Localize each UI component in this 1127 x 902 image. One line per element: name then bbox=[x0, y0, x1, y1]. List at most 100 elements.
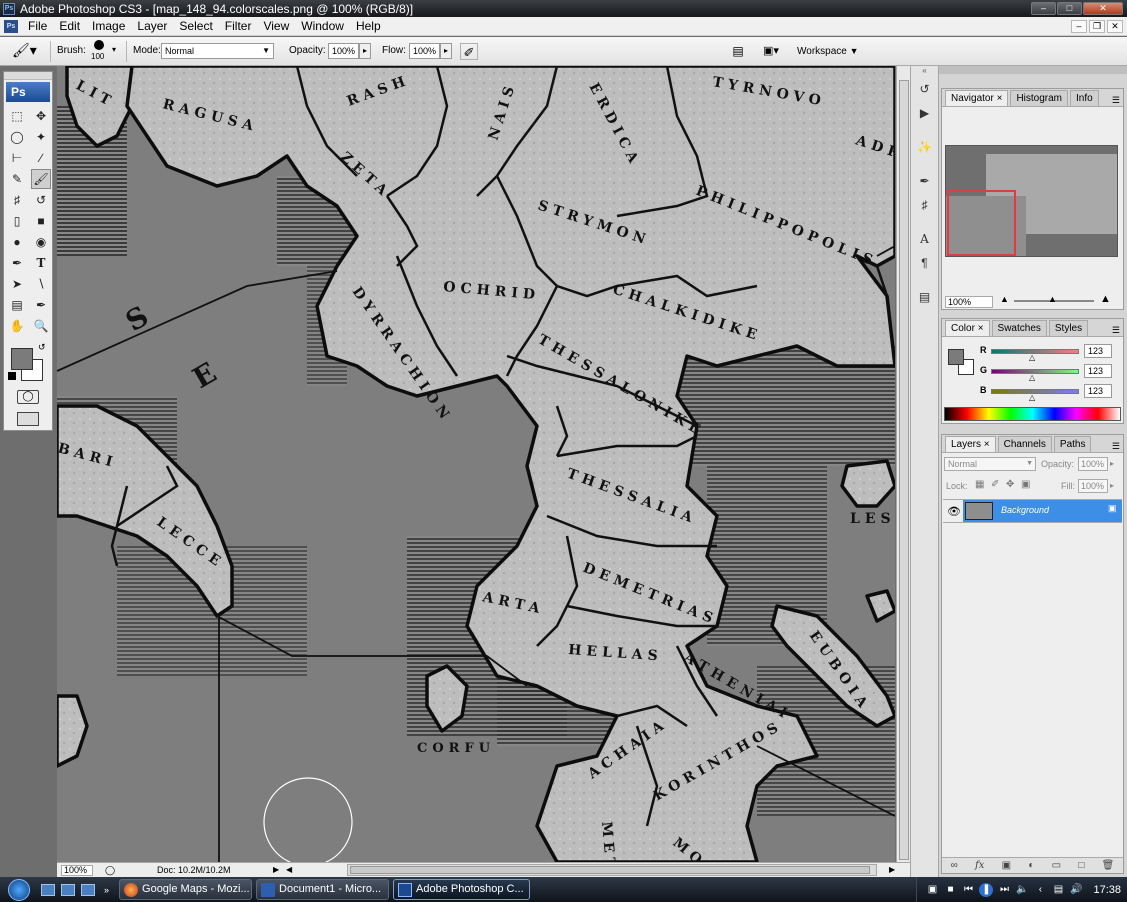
character-panel-icon[interactable]: A bbox=[915, 229, 935, 249]
navigator-zoom-thumb[interactable]: ▲ bbox=[1048, 294, 1057, 304]
close-icon[interactable]: × bbox=[984, 439, 990, 450]
menu-select[interactable]: Select bbox=[173, 17, 218, 35]
doc-close-icon[interactable]: ✕ bbox=[1107, 19, 1123, 33]
minimize-icon[interactable]: – bbox=[1031, 2, 1056, 15]
close-icon[interactable]: × bbox=[997, 93, 1003, 104]
fill-arrow-icon[interactable]: ▸ bbox=[1110, 481, 1114, 490]
opacity-field[interactable]: 100% bbox=[328, 43, 359, 59]
tab-histogram[interactable]: Histogram bbox=[1010, 90, 1069, 106]
type-icon[interactable]: T bbox=[31, 253, 51, 273]
lasso-icon[interactable]: ◯ bbox=[7, 127, 27, 147]
media-next-icon[interactable]: ⏭ bbox=[997, 883, 1011, 897]
channel-b-value[interactable]: 123 bbox=[1084, 384, 1112, 398]
crop-icon[interactable]: ⊢ bbox=[7, 148, 27, 168]
menu-edit[interactable]: Edit bbox=[53, 17, 86, 35]
scroll-right-arrow-icon[interactable]: ▶ bbox=[889, 865, 895, 874]
opacity-slider-arrow-icon[interactable]: ▸ bbox=[359, 43, 371, 59]
tab-layers[interactable]: Layers × bbox=[945, 436, 996, 452]
navigator-zoom-field[interactable]: 100% bbox=[945, 296, 993, 308]
foreground-color-swatch[interactable] bbox=[11, 348, 33, 370]
hand-icon[interactable]: ✋ bbox=[7, 316, 27, 336]
clone-stamp-icon[interactable]: ♯ bbox=[7, 190, 27, 210]
doc-restore-icon[interactable]: ❐ bbox=[1089, 19, 1105, 33]
media-pause-icon[interactable]: ❚ bbox=[979, 882, 994, 897]
media-stop-icon[interactable]: ■ bbox=[943, 883, 957, 897]
lock-image-icon[interactable]: ✐ bbox=[991, 479, 999, 490]
media-previous-icon[interactable]: ⏮ bbox=[961, 883, 975, 897]
tool-presets-icon[interactable]: ✨ bbox=[915, 137, 935, 157]
adjustment-layer-icon[interactable]: ◐ bbox=[1028, 860, 1034, 871]
history-brush-icon[interactable]: ↺ bbox=[31, 190, 51, 210]
menu-view[interactable]: View bbox=[257, 17, 295, 35]
menu-filter[interactable]: Filter bbox=[219, 17, 258, 35]
eyedropper-icon[interactable]: ✒ bbox=[31, 295, 51, 315]
tool-preset-brush-icon[interactable]: 🖌▾ bbox=[12, 42, 42, 61]
brush-icon[interactable]: 🖌 bbox=[31, 169, 51, 189]
vertical-scrollbar[interactable] bbox=[896, 66, 910, 862]
tab-info[interactable]: Info bbox=[1070, 90, 1099, 106]
brushes-palette-icon[interactable]: ▤ bbox=[730, 43, 746, 59]
switch-windows-icon[interactable] bbox=[61, 883, 75, 896]
lock-all-icon[interactable]: ▣ bbox=[1021, 479, 1030, 490]
layer-comps-icon[interactable]: ▤ bbox=[915, 287, 935, 307]
toolbox-header[interactable] bbox=[4, 72, 52, 80]
vertical-scroll-thumb[interactable] bbox=[899, 80, 909, 860]
dodge-icon[interactable]: ◉ bbox=[31, 232, 51, 252]
horizontal-scroll-thumb[interactable] bbox=[350, 866, 870, 874]
quick-launch-icon[interactable] bbox=[81, 883, 95, 896]
menu-image[interactable]: Image bbox=[86, 17, 131, 35]
trash-icon[interactable]: 🗑 bbox=[1102, 860, 1115, 871]
blend-mode-select[interactable]: Normal ▼ bbox=[944, 457, 1036, 471]
slice-icon[interactable]: ∕ bbox=[31, 148, 51, 168]
ps-logo[interactable]: Ps bbox=[6, 82, 50, 102]
menu-file[interactable]: File bbox=[22, 17, 53, 35]
taskbar-clock[interactable]: 17:38 bbox=[1093, 884, 1121, 896]
close-icon[interactable]: × bbox=[978, 323, 984, 334]
navigator-thumbnail[interactable] bbox=[945, 145, 1118, 257]
tab-swatches[interactable]: Swatches bbox=[991, 320, 1047, 336]
show-desktop-icon[interactable] bbox=[41, 883, 55, 896]
panel-menu-icon[interactable]: ☰ bbox=[1112, 95, 1120, 106]
fill-field[interactable]: 100% bbox=[1078, 479, 1108, 493]
panel-menu-icon[interactable]: ☰ bbox=[1112, 325, 1120, 336]
taskbar-item-photoshop[interactable]: Adobe Photoshop C... bbox=[393, 879, 531, 900]
paragraph-panel-icon[interactable]: ¶ bbox=[915, 253, 935, 273]
eye-icon[interactable]: 👁 bbox=[947, 505, 961, 518]
quick-mask-icon[interactable]: ◯ bbox=[17, 390, 39, 404]
tab-styles[interactable]: Styles bbox=[1048, 320, 1089, 336]
clone-source-icon[interactable]: ♯ bbox=[915, 195, 935, 215]
tab-navigator[interactable]: Navigator × bbox=[945, 90, 1009, 106]
menu-help[interactable]: Help bbox=[350, 17, 387, 35]
blur-icon[interactable]: ● bbox=[7, 232, 27, 252]
lock-position-icon[interactable]: ✥ bbox=[1006, 479, 1014, 490]
opacity-arrow-icon[interactable]: ▸ bbox=[1110, 459, 1114, 468]
document-canvas[interactable]: LIT RAGUSA RASH NAIS ERDICA TYRNOVO ADRI… bbox=[57, 66, 895, 862]
tab-paths[interactable]: Paths bbox=[1053, 436, 1092, 452]
zoom-field[interactable]: 100% bbox=[61, 865, 93, 876]
panel-dock-header[interactable] bbox=[939, 66, 1127, 74]
brushes-panel-icon[interactable]: ✒ bbox=[915, 171, 935, 191]
marquee-icon[interactable]: ⬚ bbox=[7, 106, 27, 126]
expand-dock-icon[interactable]: « bbox=[911, 66, 938, 75]
pen-icon[interactable]: ✒ bbox=[7, 253, 27, 273]
channel-g-value[interactable]: 123 bbox=[1084, 364, 1112, 378]
document-icon[interactable]: Ps bbox=[4, 19, 18, 33]
tray-expand-icon[interactable]: ‹ bbox=[1033, 883, 1047, 897]
flow-slider-arrow-icon[interactable]: ▸ bbox=[440, 43, 452, 59]
magic-wand-icon[interactable]: ✦ bbox=[31, 127, 51, 147]
volume-icon[interactable]: 🔈 bbox=[1015, 883, 1029, 897]
actions-panel-icon[interactable]: ▶ bbox=[915, 103, 935, 123]
zoom-out-icon[interactable]: ▲ bbox=[1000, 294, 1009, 304]
eraser-icon[interactable]: ▯ bbox=[7, 211, 27, 231]
navigator-view-box[interactable] bbox=[947, 190, 1016, 256]
notes-icon[interactable]: ▤ bbox=[7, 295, 27, 315]
healing-brush-icon[interactable]: ✎ bbox=[7, 169, 27, 189]
network-icon[interactable]: ▤ bbox=[1051, 883, 1065, 897]
close-icon[interactable]: ✕ bbox=[1083, 2, 1123, 15]
taskbar-item-firefox[interactable]: Google Maps - Mozi... bbox=[119, 879, 253, 900]
mode-select[interactable]: Normal ▼ bbox=[161, 43, 274, 59]
menu-layer[interactable]: Layer bbox=[131, 17, 173, 35]
default-colors-icon[interactable] bbox=[8, 372, 16, 380]
line-icon[interactable]: ∖ bbox=[31, 274, 51, 294]
channel-r-thumb-icon[interactable]: △ bbox=[1029, 353, 1035, 362]
